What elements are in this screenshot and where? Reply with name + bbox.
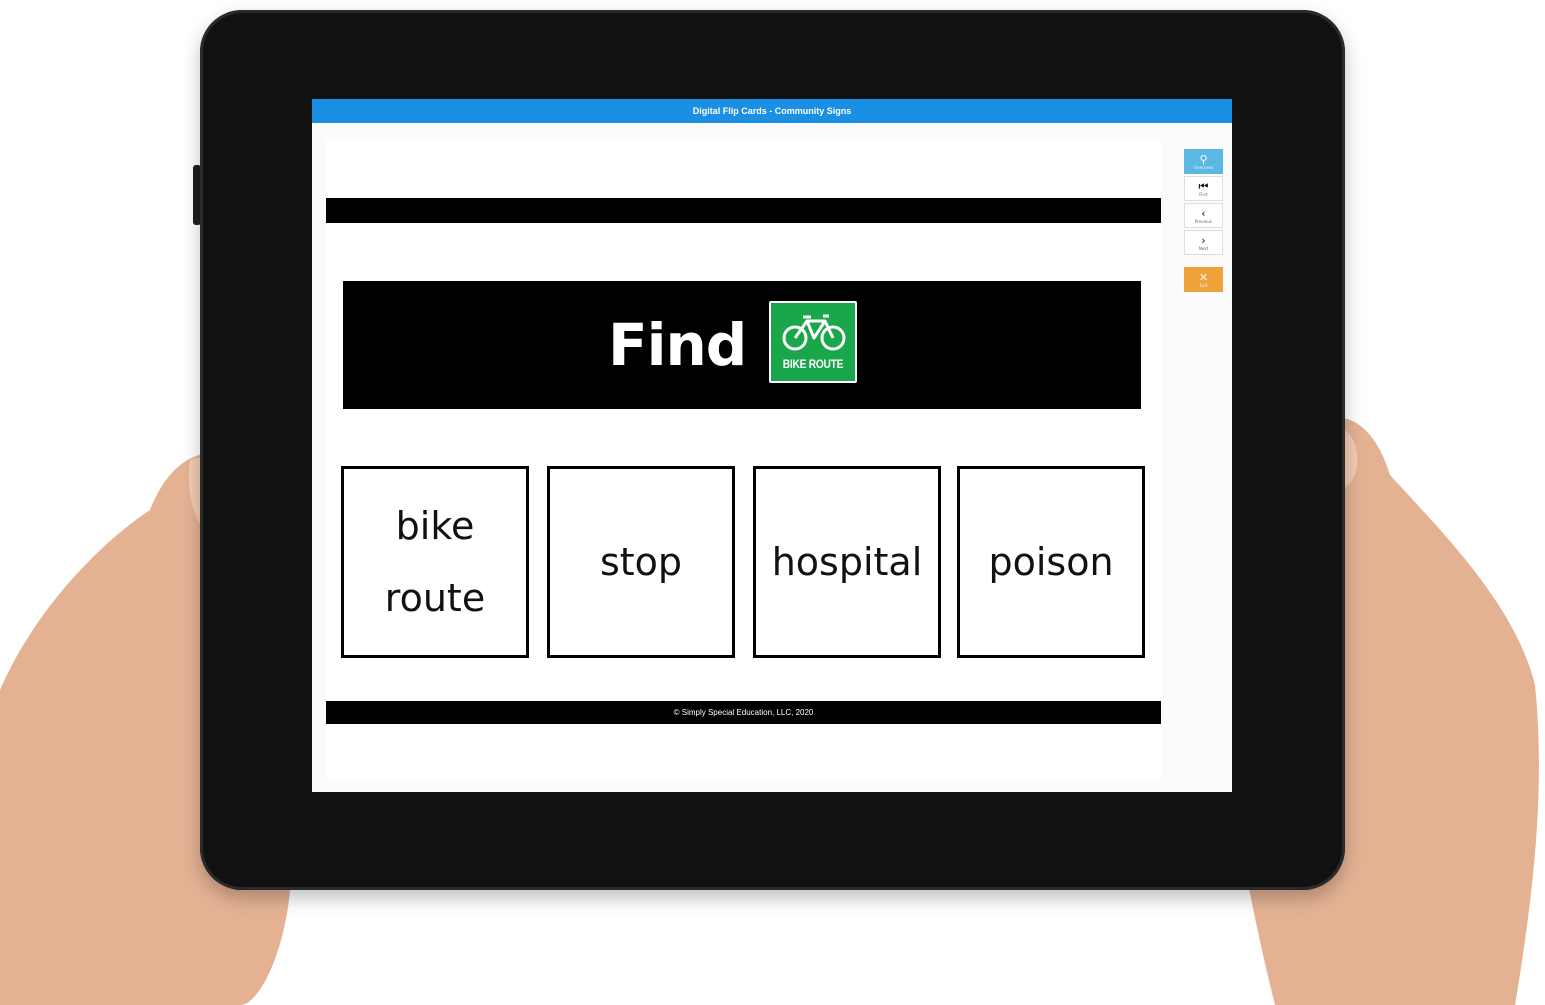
choice-card-bike-route[interactable]: bike route	[341, 466, 529, 658]
overview-label: Overview	[1194, 164, 1213, 170]
choice-card-stop[interactable]: stop	[547, 466, 735, 658]
close-icon: ✕	[1198, 270, 1209, 284]
previous-icon: ‹	[1201, 206, 1206, 220]
choice-label: poison	[988, 539, 1114, 584]
answer-choices: bike route stop hospital poison	[341, 466, 1145, 658]
previous-button[interactable]: ‹ Previous	[1184, 203, 1223, 228]
search-icon: ⚲	[1199, 152, 1208, 166]
choice-card-hospital[interactable]: hospital	[753, 466, 941, 658]
app-title: Digital Flip Cards - Community Signs	[692, 106, 852, 116]
next-button[interactable]: › Next	[1184, 230, 1223, 255]
choice-line: bike	[395, 503, 475, 548]
choice-label: hospital	[771, 539, 923, 584]
app-title-bar: Digital Flip Cards - Community Signs	[312, 99, 1232, 123]
bicycle-icon	[782, 314, 846, 351]
choice-card-poison[interactable]: poison	[957, 466, 1145, 658]
choice-label: bike route	[385, 490, 485, 634]
bike-route-sign: BIKE ROUTE	[769, 301, 857, 383]
first-button[interactable]: ⏮ First	[1184, 176, 1223, 201]
sign-label: BIKE ROUTE	[782, 357, 844, 371]
previous-label: Previous	[1195, 218, 1212, 224]
choice-label: stop	[599, 539, 683, 584]
slide-canvas	[326, 139, 1161, 779]
prompt-word: Find	[608, 311, 747, 379]
navigation-toolbar: ⚲ Overview ⏮ First ‹ Previous › Next ✕ E…	[1184, 149, 1223, 294]
exit-label: Exit	[1199, 282, 1208, 288]
next-icon: ›	[1201, 233, 1206, 247]
slide-footer-bar: © Simply Special Education, LLC, 2020	[326, 701, 1161, 724]
overview-button[interactable]: ⚲ Overview	[1184, 149, 1223, 174]
slide-top-bar	[326, 198, 1161, 223]
next-label: Next	[1198, 245, 1209, 251]
copyright-text: © Simply Special Education, LLC, 2020	[673, 708, 814, 717]
find-banner: Find BIKE ROUTE	[343, 281, 1141, 409]
first-icon: ⏮	[1198, 179, 1209, 193]
first-label: First	[1199, 191, 1208, 197]
exit-button[interactable]: ✕ Exit	[1184, 267, 1223, 292]
choice-line: route	[384, 576, 486, 620]
app-screen: Digital Flip Cards - Community Signs Fin…	[312, 99, 1232, 792]
